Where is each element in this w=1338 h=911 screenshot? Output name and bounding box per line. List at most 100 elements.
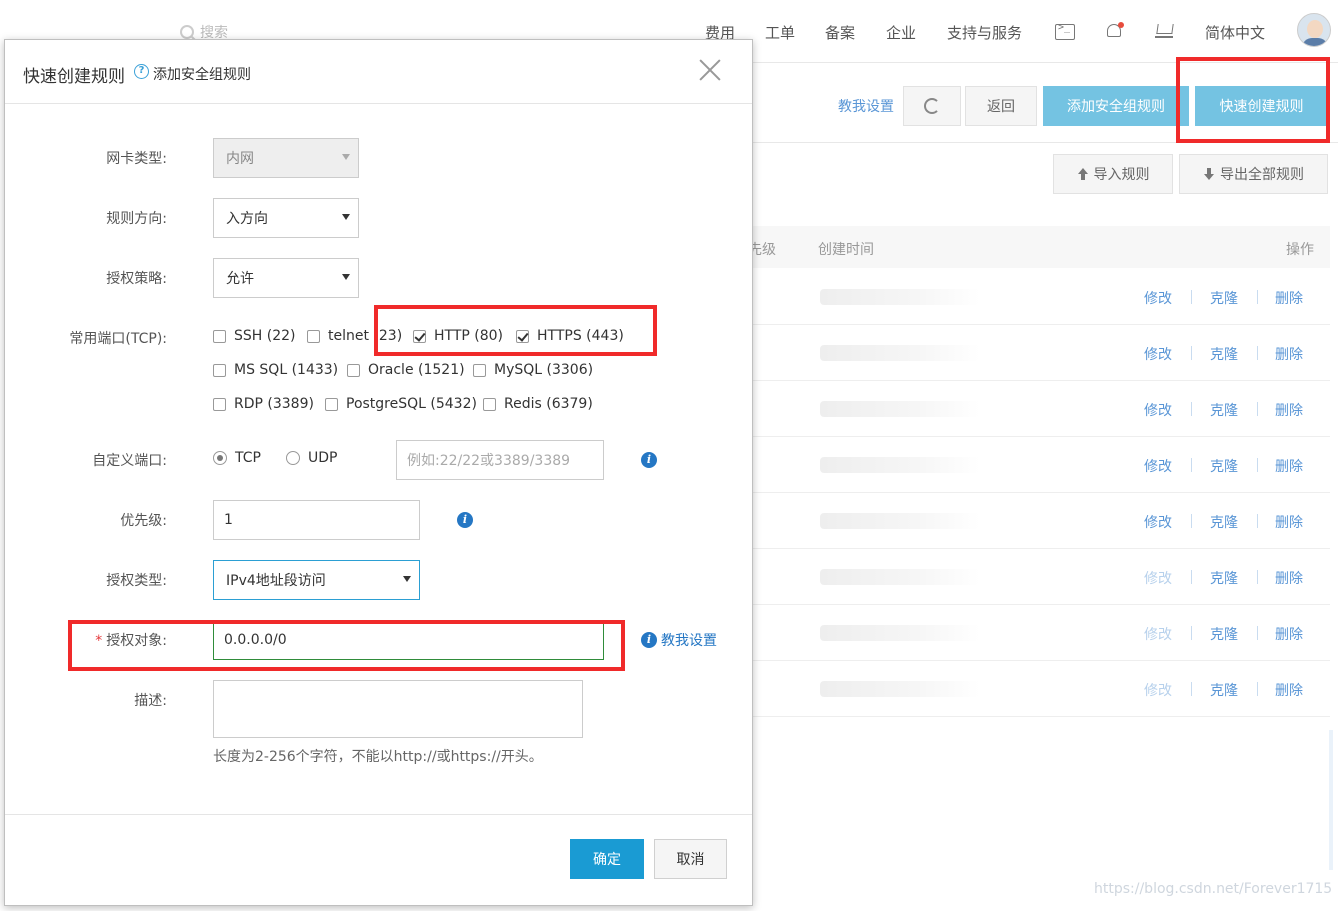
- delete-link[interactable]: 删除: [1275, 624, 1303, 644]
- edit-link[interactable]: 修改: [1144, 456, 1172, 476]
- checkbox-icon[interactable]: [213, 363, 226, 377]
- export-rules-button[interactable]: 导出全部规则: [1179, 154, 1328, 194]
- auth-type-select[interactable]: IPv4地址段访问: [213, 560, 420, 600]
- port-checkbox[interactable]: RDP (3389): [213, 396, 314, 412]
- bell-icon[interactable]: [1105, 22, 1124, 40]
- port-label: RDP (3389): [234, 396, 314, 412]
- port-checkbox[interactable]: Redis (6379): [483, 396, 593, 412]
- refresh-button[interactable]: [903, 86, 961, 126]
- protocol-radio-tcp[interactable]: TCP: [213, 450, 261, 466]
- delete-link[interactable]: 删除: [1275, 680, 1303, 700]
- action-separator: [1191, 346, 1192, 360]
- teach-me-link[interactable]: 教我设置: [838, 96, 894, 116]
- clone-link[interactable]: 克隆: [1210, 344, 1238, 364]
- search-icon: [180, 25, 194, 39]
- nav-item-filing[interactable]: 备案: [825, 22, 855, 43]
- description-textarea[interactable]: [213, 680, 583, 738]
- port-checkbox[interactable]: HTTP (80): [413, 328, 503, 344]
- port-checkbox[interactable]: SSH (22): [213, 328, 296, 344]
- nav-item-enterprise[interactable]: 企业: [886, 22, 916, 43]
- port-checkbox[interactable]: MySQL (3306): [473, 362, 593, 378]
- checkbox-checked-icon[interactable]: [413, 329, 426, 343]
- delete-link[interactable]: 删除: [1275, 568, 1303, 588]
- action-separator: [1257, 458, 1258, 472]
- info-icon[interactable]: i: [641, 632, 657, 648]
- clone-link[interactable]: 克隆: [1210, 680, 1238, 700]
- info-icon[interactable]: i: [641, 452, 657, 468]
- port-checkbox[interactable]: telnet (23): [307, 328, 402, 344]
- checkbox-icon[interactable]: [483, 397, 496, 411]
- checkbox-icon[interactable]: [307, 329, 320, 343]
- direction-value: 入方向: [226, 211, 268, 227]
- import-rules-button[interactable]: 导入规则: [1053, 154, 1173, 194]
- checkbox-checked-icon[interactable]: [516, 329, 529, 343]
- delete-link[interactable]: 删除: [1275, 344, 1303, 364]
- cart-icon[interactable]: [1155, 24, 1173, 38]
- port-label: telnet (23): [328, 328, 403, 344]
- delete-link[interactable]: 删除: [1275, 400, 1303, 420]
- help-icon[interactable]: ?: [134, 64, 149, 79]
- add-rule-link[interactable]: 添加安全组规则: [153, 64, 251, 84]
- clone-link[interactable]: 克隆: [1210, 456, 1238, 476]
- cancel-button[interactable]: 取消: [654, 839, 727, 879]
- delete-link[interactable]: 删除: [1275, 512, 1303, 532]
- edit-link[interactable]: 修改: [1144, 400, 1172, 420]
- radio-icon[interactable]: [286, 451, 300, 465]
- checkbox-icon[interactable]: [213, 397, 226, 411]
- avatar[interactable]: [1297, 13, 1331, 47]
- back-button[interactable]: 返回: [965, 86, 1037, 126]
- edit-link[interactable]: 修改: [1144, 512, 1172, 532]
- checkbox-icon[interactable]: [325, 397, 338, 411]
- port-checkbox[interactable]: MS SQL (1433): [213, 362, 338, 378]
- clone-link[interactable]: 克隆: [1210, 400, 1238, 420]
- checkbox-icon[interactable]: [473, 363, 486, 377]
- watermark: https://blog.csdn.net/Forever1715: [1094, 881, 1333, 897]
- port-checkbox[interactable]: HTTPS (443): [516, 328, 624, 344]
- chevron-down-icon: [403, 576, 411, 582]
- policy-select[interactable]: 允许: [213, 258, 359, 298]
- delete-link[interactable]: 删除: [1275, 456, 1303, 476]
- direction-select[interactable]: 入方向: [213, 198, 359, 238]
- nav-item-tickets[interactable]: 工单: [765, 22, 795, 43]
- port-label: SSH (22): [234, 328, 296, 344]
- port-label: HTTPS (443): [537, 328, 624, 344]
- nav-item-support[interactable]: 支持与服务: [947, 22, 1022, 43]
- checkbox-icon[interactable]: [213, 329, 226, 343]
- edit-link[interactable]: 修改: [1144, 288, 1172, 308]
- language-switch[interactable]: 简体中文: [1205, 22, 1265, 43]
- quick-create-button[interactable]: 快速创建规则: [1195, 86, 1328, 126]
- clone-link[interactable]: 克隆: [1210, 568, 1238, 588]
- action-separator: [1257, 346, 1258, 360]
- rules-table-header: 先级 创建时间 操作: [748, 226, 1330, 268]
- close-icon[interactable]: [698, 58, 722, 82]
- priority-input[interactable]: 1: [213, 500, 420, 540]
- port-checkbox[interactable]: Oracle (1521): [347, 362, 465, 378]
- nic-type-value: 内网: [226, 151, 254, 167]
- scrollbar[interactable]: [1329, 730, 1333, 870]
- redacted-created-time: [820, 345, 980, 361]
- header-created-time: 创建时间: [818, 242, 874, 258]
- info-icon[interactable]: i: [457, 512, 473, 528]
- port-checkbox[interactable]: PostgreSQL (5432): [325, 396, 477, 412]
- terminal-icon[interactable]: [1055, 22, 1075, 40]
- direction-label: 规则方向:: [106, 211, 167, 227]
- table-row: 修改 克隆 删除: [752, 269, 1330, 325]
- clone-link[interactable]: 克隆: [1210, 512, 1238, 532]
- checkbox-icon[interactable]: [347, 363, 360, 377]
- protocol-radio-udp[interactable]: UDP: [286, 450, 337, 466]
- clone-link[interactable]: 克隆: [1210, 624, 1238, 644]
- custom-port-input[interactable]: 例如:22/22或3389/3389: [396, 440, 604, 480]
- table-row: 修改 克隆 删除: [752, 381, 1330, 437]
- add-rule-button[interactable]: 添加安全组规则: [1043, 86, 1189, 126]
- priority-label: 优先级:: [120, 513, 167, 529]
- redacted-created-time: [820, 625, 980, 641]
- action-separator: [1191, 290, 1192, 304]
- edit-link[interactable]: 修改: [1144, 344, 1172, 364]
- auth-target-input[interactable]: 0.0.0.0/0: [213, 620, 604, 660]
- clone-link[interactable]: 克隆: [1210, 288, 1238, 308]
- port-label: MySQL (3306): [494, 362, 594, 378]
- confirm-button[interactable]: 确定: [570, 839, 644, 879]
- delete-link[interactable]: 删除: [1275, 288, 1303, 308]
- teach-me-link[interactable]: 教我设置: [661, 630, 717, 650]
- radio-selected-icon[interactable]: [213, 451, 227, 465]
